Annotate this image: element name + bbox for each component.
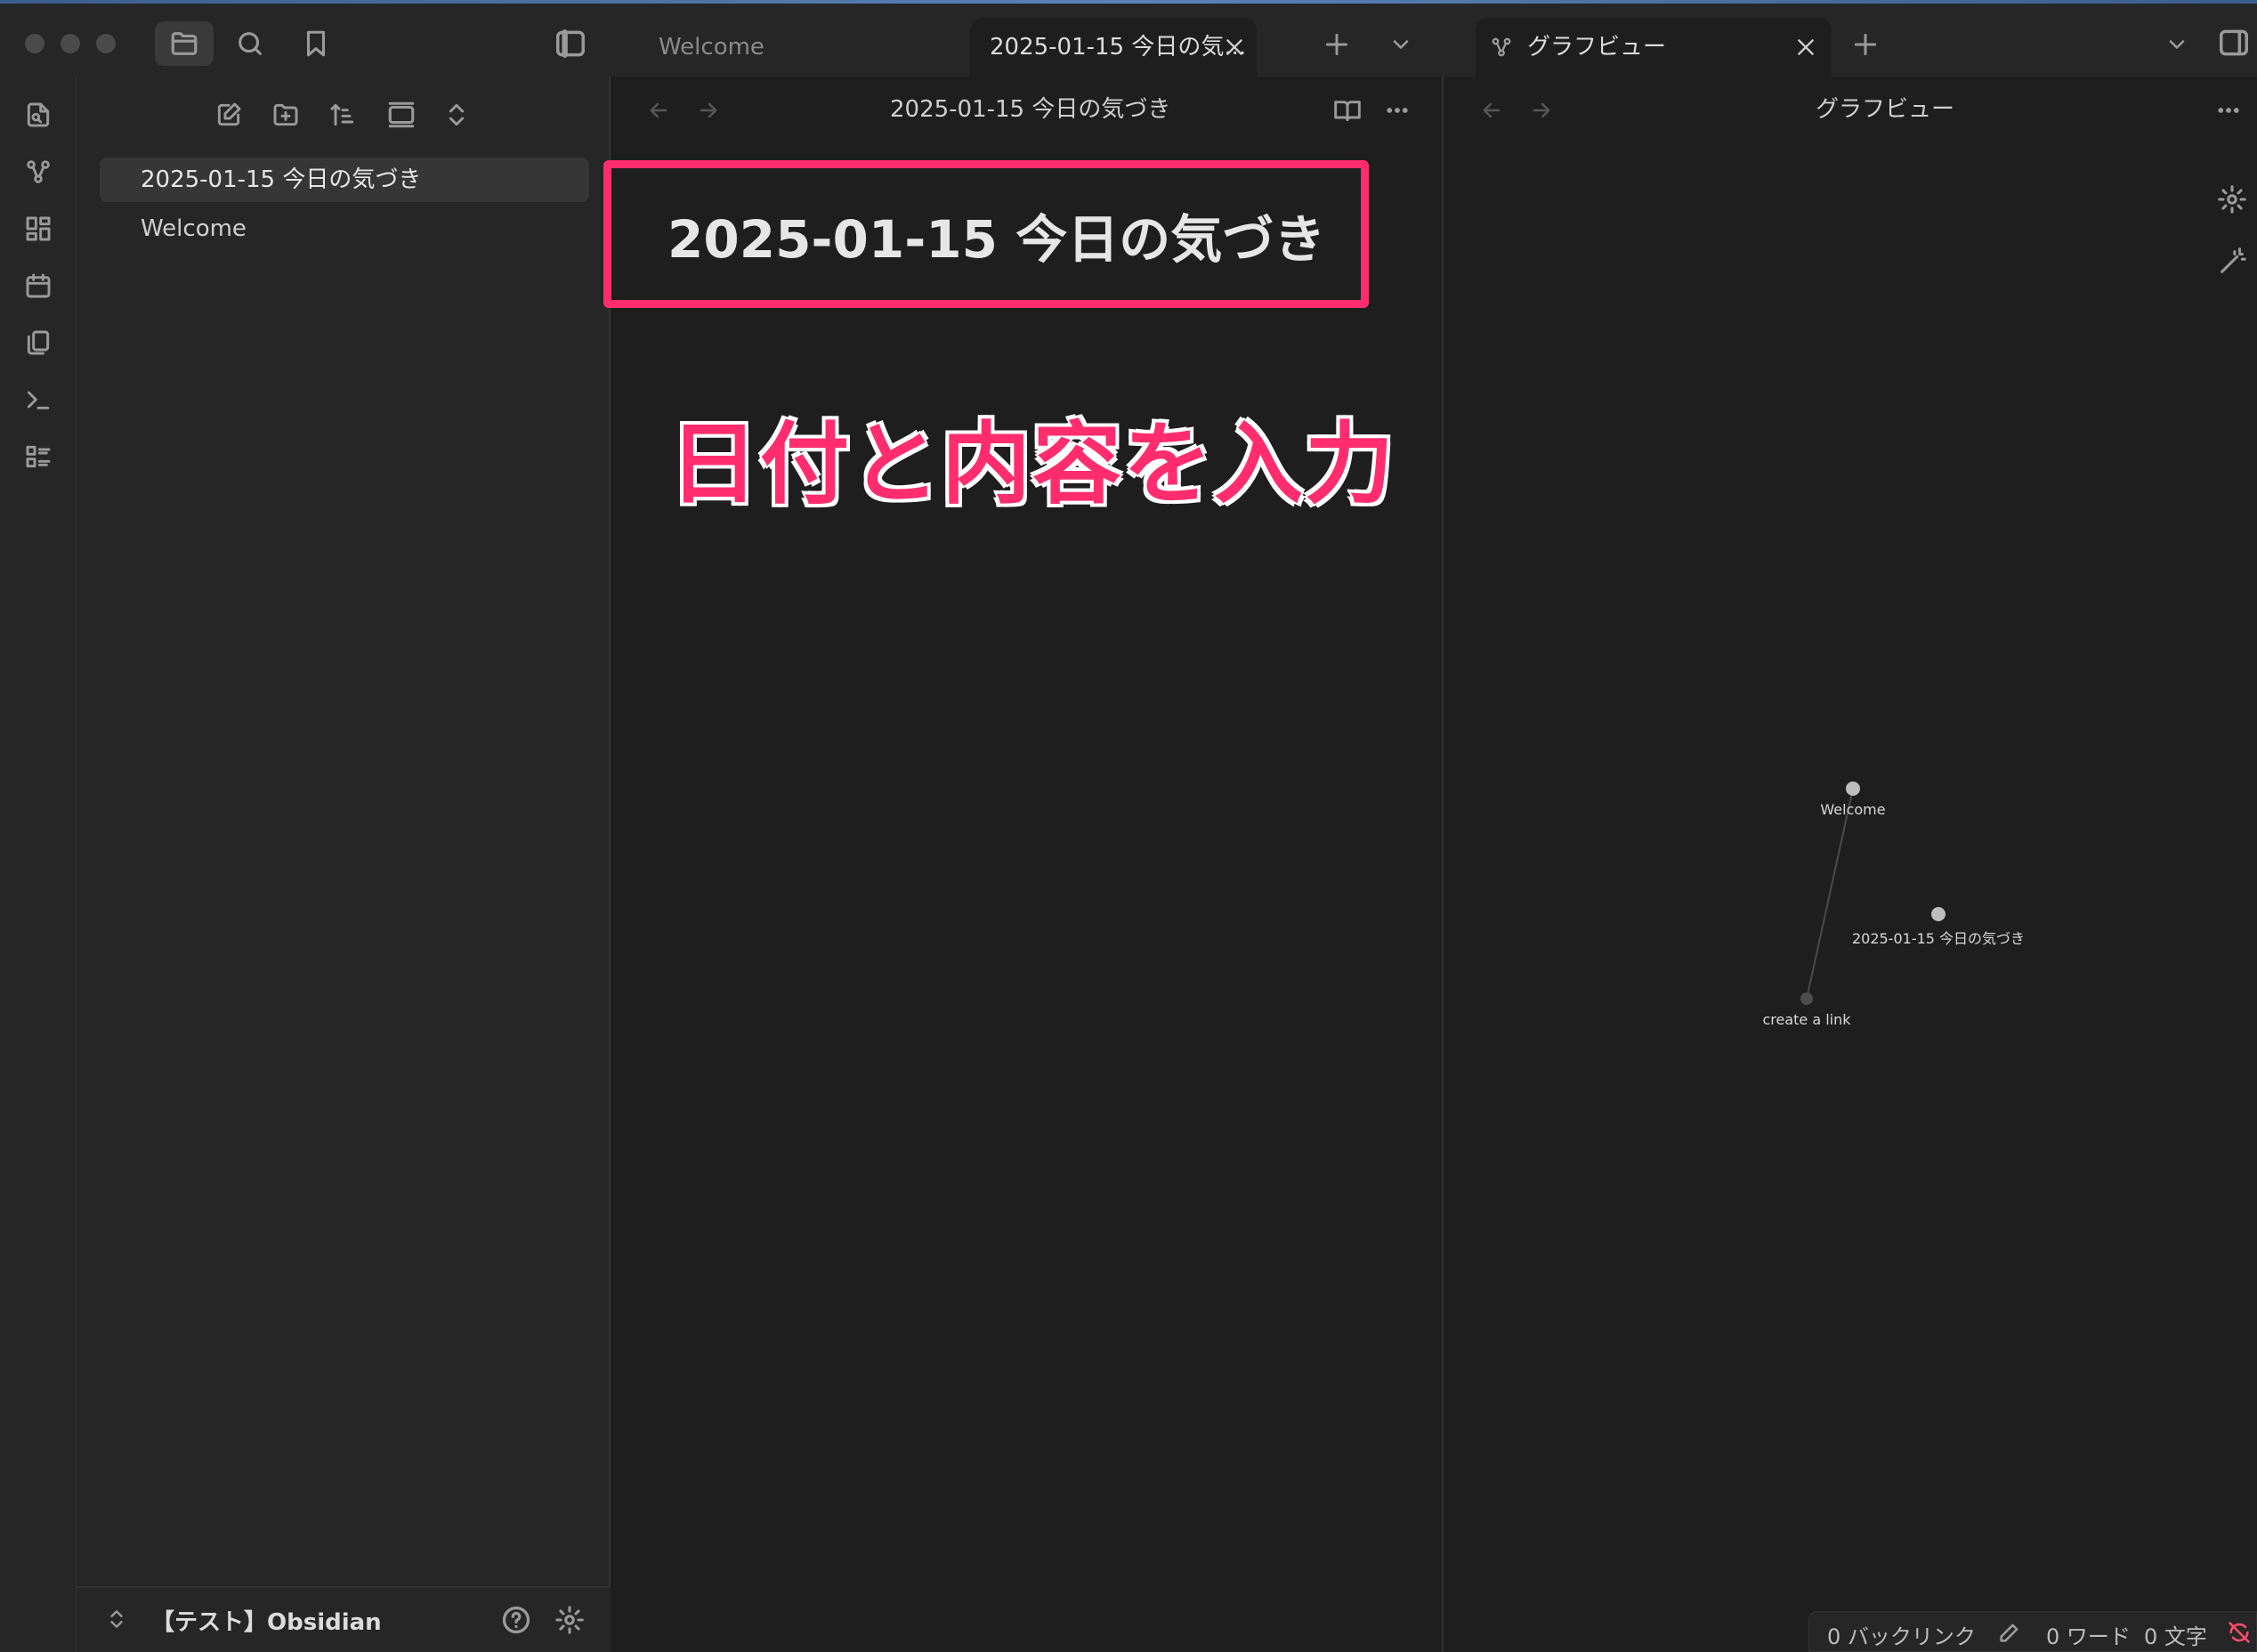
tab-graph-view[interactable]: グラフビュー (1476, 18, 1832, 77)
arrow-left-icon (650, 102, 667, 118)
plus-icon (1854, 33, 1877, 56)
vault-name[interactable]: 【テスト】Obsidian (151, 1604, 382, 1637)
char-count: 0 文字 (2144, 1624, 2207, 1649)
sidebar-right-icon (2220, 29, 2248, 56)
chevron-up-down-icon (110, 1610, 123, 1628)
window-header (0, 4, 611, 77)
canvas-icon[interactable] (18, 208, 59, 249)
chevron-down-icon (1393, 40, 1409, 49)
arrow-right-icon (700, 102, 717, 118)
bookmarks-button[interactable] (287, 21, 345, 66)
backlinks-count[interactable]: 0 バックリンク (1827, 1619, 1976, 1650)
graph-tab-bar: グラフビュー (1444, 4, 2257, 77)
vault-switcher-bar: 【テスト】Obsidian (77, 1586, 611, 1652)
search-button[interactable] (221, 21, 279, 66)
daily-note-icon[interactable] (18, 265, 59, 306)
editor-view-header: 2025-01-15 今日の気づき (611, 77, 1442, 142)
search-icon (239, 32, 262, 55)
help-button[interactable] (498, 1602, 534, 1638)
gear-icon (555, 1606, 584, 1634)
graph-node[interactable] (1931, 907, 1946, 921)
file-item[interactable]: 2025-01-15 今日の気づき (100, 158, 589, 202)
ribbon (0, 77, 77, 1652)
reading-view-button[interactable] (1330, 93, 1365, 128)
new-note-icon (217, 102, 241, 126)
tab-label: グラフビュー (1527, 34, 1667, 61)
file-item-label: 2025-01-15 今日の気づき (141, 166, 422, 193)
back-button[interactable] (643, 94, 675, 126)
new-folder-icon (273, 103, 298, 126)
plus-icon (1325, 33, 1348, 56)
command-palette-icon[interactable] (18, 379, 59, 420)
chevron-up-down-icon (449, 103, 465, 126)
graph-canvas[interactable] (1444, 77, 2257, 1611)
book-open-icon (1334, 101, 1361, 122)
close-icon (1226, 39, 1242, 55)
new-tab-button[interactable] (1848, 27, 1883, 62)
close-window-button[interactable] (25, 34, 44, 53)
highlight-box (603, 160, 1369, 308)
tab-label: 2025-01-15 今日の気... (990, 34, 1247, 61)
graph-node-label: create a link (1762, 1011, 1851, 1028)
forward-button[interactable] (692, 94, 724, 126)
zoom-window-button[interactable] (96, 34, 116, 53)
sync-error-icon[interactable] (2224, 1617, 2254, 1648)
tab-welcome[interactable]: Welcome (611, 18, 967, 77)
editor-tab-bar: Welcome 2025-01-15 今日の気... (611, 4, 1444, 77)
annotation-text: 日付と内容を入力 (667, 410, 1395, 518)
sort-button[interactable] (322, 94, 363, 135)
new-note-button[interactable] (208, 94, 249, 135)
sort-icon (330, 103, 354, 126)
chevron-down-icon (2169, 40, 2185, 49)
more-horizontal-icon (1387, 108, 1408, 113)
close-tab-button[interactable] (1221, 34, 1248, 61)
graph-pane: グラフビュー Welcome 2025-01-15 今日の気づき create … (1444, 77, 2257, 1652)
tab-list-button[interactable] (2159, 27, 2195, 62)
vault-switcher-button[interactable] (103, 1606, 130, 1632)
more-options-button[interactable] (1379, 93, 1415, 128)
file-explorer-button[interactable] (155, 21, 214, 66)
edit-mode-icon[interactable] (1994, 1617, 2025, 1648)
collapse-all-button[interactable] (436, 94, 477, 135)
graph-node[interactable] (1846, 781, 1860, 796)
graph-node-label: Welcome (1820, 801, 1886, 818)
graph-node-label: 2025-01-15 今日の気づき (1851, 930, 2026, 947)
file-item[interactable]: Welcome (100, 206, 589, 251)
file-explorer (77, 77, 611, 1586)
editor-pane: 2025-01-15 今日の気づき (611, 77, 1444, 1652)
settings-button[interactable] (552, 1602, 587, 1638)
help-icon (502, 1606, 530, 1634)
templates-icon[interactable] (18, 322, 59, 363)
sidebar-left-icon (556, 29, 585, 58)
new-folder-button[interactable] (265, 94, 306, 135)
toggle-left-sidebar-button[interactable] (541, 21, 600, 66)
status-bar: 0 バックリンク 0 ワード 0 文字 (1808, 1611, 2257, 1652)
graph-node[interactable] (1800, 992, 1813, 1005)
file-item-label: Welcome (141, 215, 247, 242)
folder-icon (171, 32, 198, 55)
slides-icon[interactable] (18, 436, 59, 477)
close-tab-button[interactable] (1792, 34, 1819, 61)
view-title[interactable]: 2025-01-15 今日の気づき (890, 77, 1170, 142)
tab-label: Welcome (659, 34, 764, 61)
word-count: 0 ワード (2046, 1624, 2131, 1649)
minimize-window-button[interactable] (61, 34, 80, 53)
graph-edge (1806, 788, 1854, 1000)
bookmark-icon (306, 30, 326, 57)
open-quick-switcher-icon[interactable] (18, 94, 59, 135)
close-icon (1798, 39, 1814, 55)
graph-view-icon (1488, 34, 1515, 61)
tab-list-button[interactable] (1383, 27, 1419, 62)
toggle-right-sidebar-button[interactable] (2214, 23, 2253, 62)
graph-view-icon[interactable] (18, 151, 59, 192)
auto-reveal-button[interactable] (381, 94, 422, 135)
auto-reveal-icon (388, 101, 415, 128)
tab-daily-note[interactable]: 2025-01-15 今日の気... (970, 18, 1257, 77)
new-tab-button[interactable] (1319, 27, 1355, 62)
